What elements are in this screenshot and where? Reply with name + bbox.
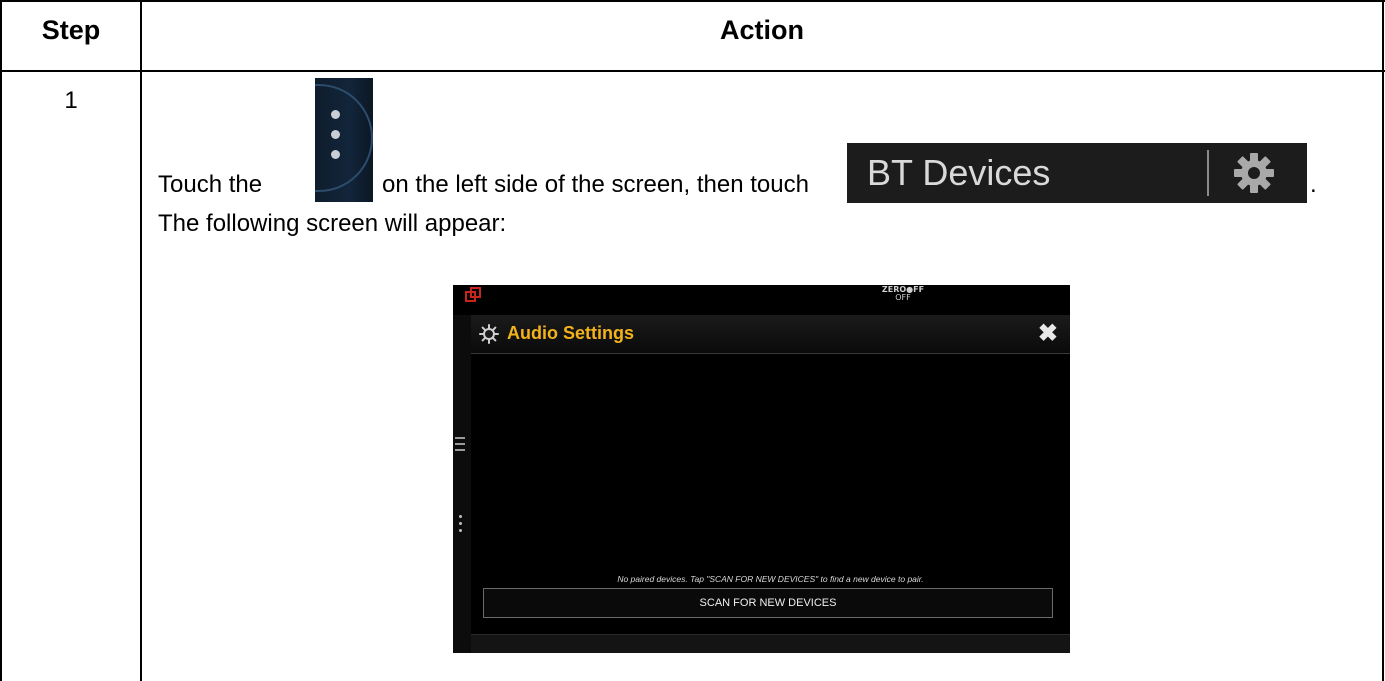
step-number: 1 [64,87,78,114]
header-action: Action [720,15,804,45]
device-logo-icon [465,287,481,302]
instruction-touch-the: Touch the [158,171,263,198]
device-left-edge [453,315,471,653]
scan-for-new-devices-button: SCAN FOR NEW DEVICES [483,588,1053,618]
instruction-left-side: on the left side of the screen, then tou… [382,171,809,198]
dialog-footer-bar [471,634,1070,653]
menu-arc [315,84,373,192]
bt-devices-button-image: BT Devices [847,143,1307,203]
instruction-period: . [1310,171,1317,198]
zero-off-indicator: ZERO●FF OFF [873,286,933,302]
menu-dot [331,110,340,119]
dialog-body: No paired devices. Tap "SCAN FOR NEW DEV… [471,354,1070,653]
table-border-top [0,0,1385,2]
bt-separator [1207,150,1209,196]
menu-dot [331,130,340,139]
audio-settings-screenshot: ZERO●FF OFF Audio Settings ✖ No paired d… [453,285,1070,653]
gear-icon [1231,150,1277,196]
device-top-bar: ZERO●FF OFF [453,285,1070,315]
settings-gear-icon [479,324,499,344]
table-border-divider [140,0,142,681]
instruction-table: Step Action 1 Touch the on the left side… [0,0,1385,681]
menu-dot [331,150,340,159]
table-border-header-bottom [0,70,1385,72]
hamburger-icon [455,437,465,451]
header-step: Step [41,15,101,45]
zero-off-status: OFF [895,293,911,302]
menu-button-image [315,78,373,202]
close-icon: ✖ [1037,320,1058,347]
table-border-right [1382,0,1384,681]
dialog-header: Audio Settings ✖ [471,315,1070,354]
dialog-title: Audio Settings [507,323,634,343]
vertical-dots-icon [459,515,463,536]
bt-devices-label: BT Devices [867,152,1051,193]
instruction-following-screen: The following screen will appear: [158,210,507,237]
no-paired-devices-message: No paired devices. Tap "SCAN FOR NEW DEV… [617,574,924,584]
